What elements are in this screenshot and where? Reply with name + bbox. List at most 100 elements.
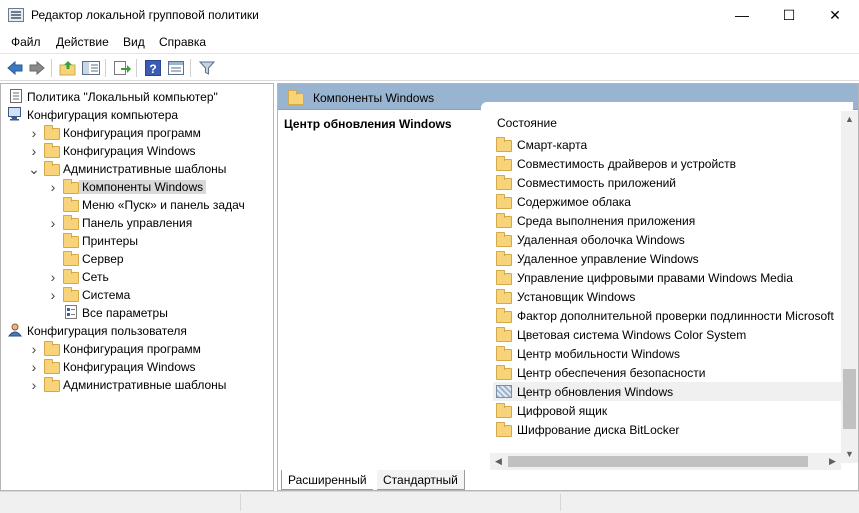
list-item[interactable]: Установщик Windows [493, 287, 845, 306]
tree-node[interactable]: ⌄ Конфигурация пользователя [1, 322, 273, 340]
chevron-right-icon[interactable]: › [28, 126, 40, 140]
list-item[interactable]: Смарт-карта [493, 135, 845, 154]
chevron-right-icon[interactable]: › [28, 144, 40, 158]
close-button[interactable]: ✕ [812, 0, 858, 31]
chevron-right-icon[interactable]: › [47, 216, 59, 230]
tree-node[interactable]: Принтеры [1, 232, 273, 250]
back-arrow-icon[interactable] [5, 58, 25, 78]
list-item[interactable]: Управление цифровыми правами Windows Med… [493, 268, 845, 287]
tree-node-label: Конфигурация программ [63, 342, 201, 356]
up-folder-icon[interactable] [58, 58, 78, 78]
list-item-label: Цветовая система Windows Color System [517, 328, 747, 342]
tree-node[interactable]: › Конфигурация программ [1, 340, 273, 358]
tab-standard[interactable]: Стандартный [377, 470, 465, 490]
tree-node[interactable]: › Конфигурация программ [1, 124, 273, 142]
tree-node[interactable]: › Сеть [1, 268, 273, 286]
folder-icon [496, 156, 512, 171]
details-header-title: Компоненты Windows [313, 91, 435, 105]
scroll-up-icon[interactable]: ▲ [841, 111, 858, 128]
properties-icon[interactable] [166, 58, 186, 78]
settings-list: Состояние Смарт-карта Совместимость драйв… [481, 102, 853, 471]
scroll-right-icon[interactable]: ▶ [824, 453, 841, 470]
tree-node[interactable]: Все параметры [1, 304, 273, 322]
tree-node[interactable]: › Конфигурация Windows [1, 358, 273, 376]
tree-node[interactable]: Сервер [1, 250, 273, 268]
folder-icon [63, 233, 79, 248]
list-item-label: Содержимое облака [517, 195, 631, 209]
list-item[interactable]: Фактор дополнительной проверки подлиннос… [493, 306, 845, 325]
list-item[interactable]: Центр обновления Windows [493, 382, 845, 401]
tab-extended[interactable]: Расширенный [281, 470, 373, 490]
folder-icon [496, 213, 512, 228]
folder-icon [496, 308, 512, 323]
chevron-right-icon[interactable]: › [47, 270, 59, 284]
status-bar [0, 491, 859, 513]
settings-page-icon [63, 305, 79, 319]
horizontal-scroll-thumb[interactable] [508, 456, 808, 467]
list-item[interactable]: Совместимость драйверов и устройств [493, 154, 845, 173]
tree-node[interactable]: › Компоненты Windows [1, 178, 273, 196]
tree-node-label: Конфигурация Windows [63, 144, 196, 158]
scroll-left-icon[interactable]: ◀ [490, 453, 507, 470]
menu-view[interactable]: Вид [123, 35, 145, 49]
list-item[interactable]: Удаленное управление Windows [493, 249, 845, 268]
status-divider [240, 494, 241, 511]
list-item-label: Смарт-карта [517, 138, 588, 152]
folder-icon [496, 194, 512, 209]
chevron-right-icon[interactable]: › [28, 342, 40, 356]
tree-node-label: Меню «Пуск» и панель задач [82, 198, 245, 212]
menu-help[interactable]: Справка [159, 35, 206, 49]
list-item[interactable]: Центр обеспечения безопасности [493, 363, 845, 382]
list-item[interactable]: Цифровой ящик [493, 401, 845, 420]
view-tabs: Расширенный Стандартный [277, 470, 859, 491]
tree-node[interactable]: ⌄ Административные шаблоны [1, 160, 273, 178]
folder-icon [44, 377, 60, 392]
tree-node[interactable]: › Административные шаблоны [1, 376, 273, 394]
filter-icon[interactable] [197, 58, 217, 78]
column-header-state[interactable]: Состояние [497, 116, 557, 130]
tree-node[interactable]: Политика "Локальный компьютер" [1, 88, 273, 106]
folder-icon [496, 403, 512, 418]
computer-icon [8, 107, 24, 121]
user-icon [7, 323, 24, 337]
list-item[interactable]: Среда выполнения приложения [493, 211, 845, 230]
list-item[interactable]: Содержимое облака [493, 192, 845, 211]
chevron-down-icon[interactable]: ⌄ [28, 162, 40, 176]
folder-icon [63, 251, 79, 266]
folder-icon [44, 341, 60, 356]
horizontal-scrollbar[interactable]: ◀ ▶ [490, 453, 841, 470]
tree-node[interactable]: › Панель управления [1, 214, 273, 232]
tree-node[interactable]: Меню «Пуск» и панель задач [1, 196, 273, 214]
tree-node[interactable]: › Конфигурация Windows [1, 142, 273, 160]
list-item[interactable]: Шифрование диска BitLocker [493, 420, 845, 439]
toolbar-separator [190, 59, 191, 77]
maximize-button[interactable]: ☐ [766, 0, 812, 31]
list-item[interactable]: Удаленная оболочка Windows [493, 230, 845, 249]
tree-node[interactable]: › Система [1, 286, 273, 304]
minimize-button[interactable]: — [719, 0, 765, 31]
list-item[interactable]: Совместимость приложений [493, 173, 845, 192]
chevron-right-icon[interactable]: › [47, 288, 59, 302]
console-tree[interactable]: Политика "Локальный компьютер"⌄Конфигура… [0, 83, 274, 491]
tree-node-label: Панель управления [82, 216, 193, 230]
chevron-right-icon[interactable]: › [28, 378, 40, 392]
svg-text:?: ? [149, 62, 156, 76]
details-pane: Компоненты Windows Центр обновления Wind… [277, 83, 859, 491]
toolbar-separator [105, 59, 106, 77]
folder-icon [63, 197, 79, 212]
help-icon[interactable]: ? [143, 58, 163, 78]
list-item[interactable]: Центр мобильности Windows [493, 344, 845, 363]
chevron-right-icon[interactable]: › [28, 360, 40, 374]
export-list-icon[interactable] [112, 58, 132, 78]
forward-arrow-icon[interactable] [27, 58, 47, 78]
menu-file[interactable]: Файл [11, 35, 41, 49]
tree-node[interactable]: ⌄Конфигурация компьютера [1, 106, 273, 124]
show-hide-tree-icon[interactable] [81, 58, 101, 78]
scroll-down-icon[interactable]: ▼ [841, 446, 858, 463]
folder-icon [496, 346, 512, 361]
list-item[interactable]: Цветовая система Windows Color System [493, 325, 845, 344]
vertical-scrollbar[interactable]: ▲ ▼ [841, 111, 858, 463]
chevron-right-icon[interactable]: › [47, 180, 59, 194]
vertical-scroll-thumb[interactable] [843, 369, 856, 429]
menu-action[interactable]: Действие [56, 35, 109, 49]
